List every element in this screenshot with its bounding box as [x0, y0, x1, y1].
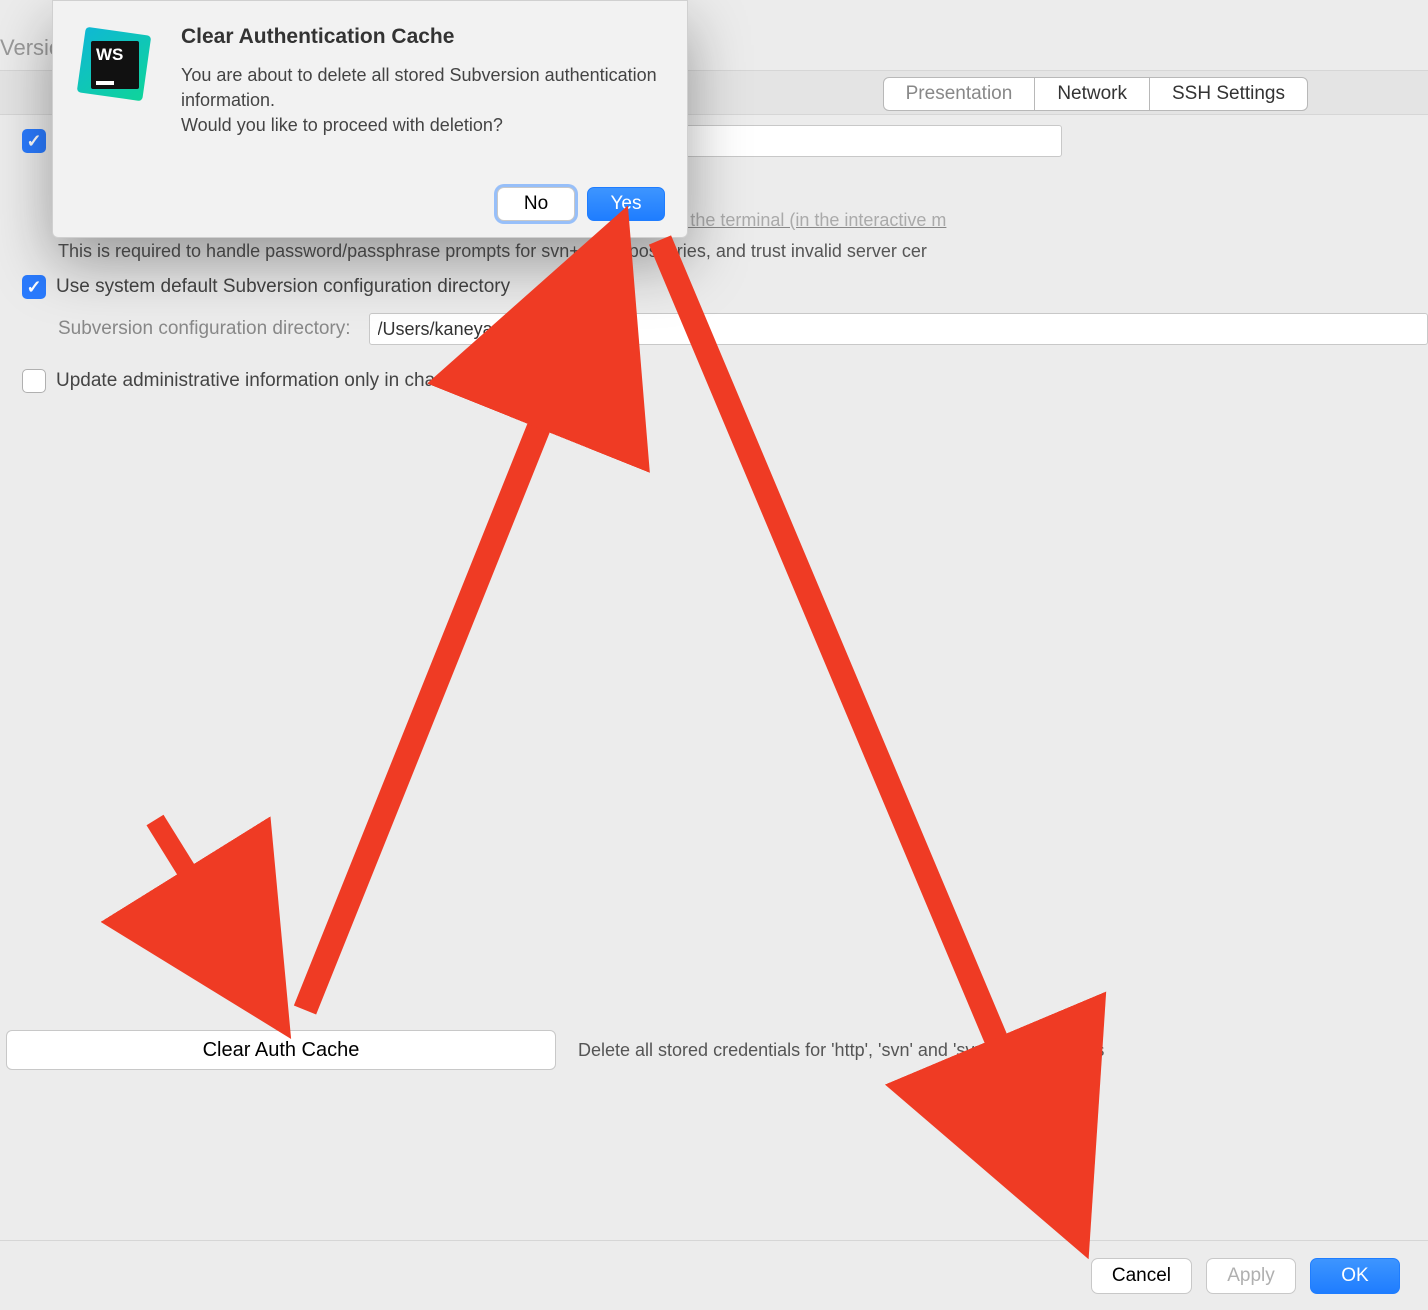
ok-button[interactable]: OK	[1310, 1258, 1400, 1294]
arrow-to-clear-button	[155, 820, 270, 1005]
label-use-default-config: Use system default Subversion configurat…	[56, 276, 510, 298]
cancel-button[interactable]: Cancel	[1091, 1258, 1192, 1294]
dialog-line-2: Would you like to proceed with deletion?	[181, 113, 659, 138]
label-config-dir: Subversion configuration directory:	[58, 318, 351, 340]
tab-network[interactable]: Network	[1035, 77, 1149, 111]
webstorm-icon: WS	[75, 25, 153, 103]
tab-presentation[interactable]: Presentation	[883, 77, 1036, 111]
confirm-dialog: WS Clear Authentication Cache You are ab…	[52, 0, 688, 238]
tab-group: Presentation Network SSH Settings	[883, 77, 1308, 111]
clear-auth-desc: Delete all stored credentials for 'http'…	[578, 1040, 1104, 1061]
checkbox-use-default-config[interactable]	[22, 275, 46, 299]
dialog-footer: Cancel Apply OK	[0, 1240, 1428, 1310]
app-icon: WS	[75, 25, 159, 219]
label-update-admin: Update administrative information only i…	[56, 370, 556, 392]
apply-button[interactable]: Apply	[1206, 1258, 1296, 1294]
dialog-line-1: You are about to delete all stored Subve…	[181, 63, 659, 113]
input-config-dir[interactable]	[369, 313, 1428, 345]
clear-auth-cache-button[interactable]: Clear Auth Cache	[6, 1030, 556, 1070]
tab-ssh-settings[interactable]: SSH Settings	[1149, 77, 1308, 111]
help-interactive-2: This is required to handle password/pass…	[58, 241, 927, 261]
dialog-title: Clear Authentication Cache	[181, 25, 659, 49]
app-icon-text: WS	[96, 45, 123, 65]
dialog-yes-button[interactable]: Yes	[587, 187, 665, 221]
clear-auth-row: Clear Auth Cache Delete all stored crede…	[6, 1030, 1408, 1070]
dialog-no-button[interactable]: No	[497, 187, 575, 221]
checkbox-use-cli[interactable]	[22, 129, 46, 153]
checkbox-update-admin[interactable]	[22, 369, 46, 393]
